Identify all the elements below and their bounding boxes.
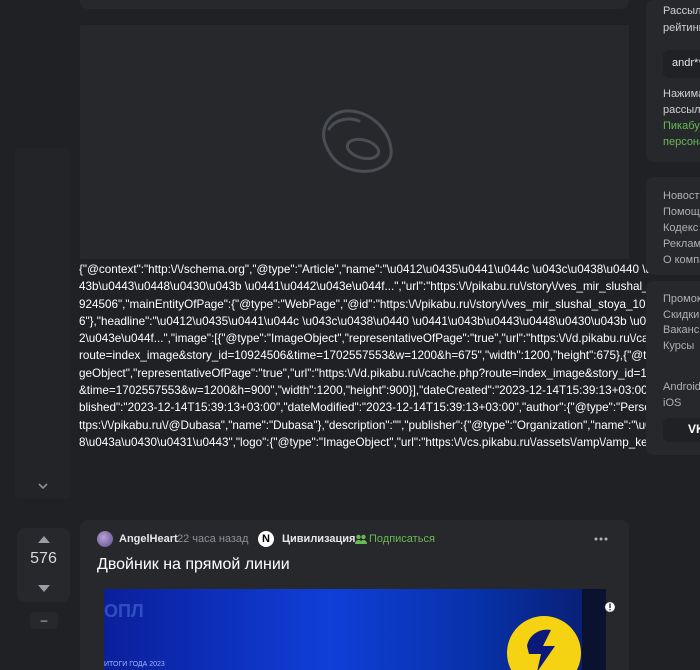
image-placeholder bbox=[80, 25, 629, 259]
consent-text-line: рассыл bbox=[663, 104, 700, 116]
newsletter-text-line: рейтинг bbox=[663, 22, 700, 34]
vote-box: 576 bbox=[17, 528, 70, 602]
brand-logo bbox=[507, 616, 581, 670]
consent-link[interactable]: персона bbox=[663, 136, 700, 148]
post-time: 22 часа назад bbox=[177, 533, 249, 545]
footer-link[interactable]: Ваканси bbox=[663, 324, 700, 336]
subscribe-icon[interactable] bbox=[354, 532, 368, 546]
footer-link[interactable]: Промок bbox=[663, 293, 700, 305]
subscribe-button[interactable]: Подписаться bbox=[369, 533, 435, 545]
post-image[interactable]: ОПЛ ИТОГИ ГОДА 2023 bbox=[104, 589, 606, 670]
post-author[interactable]: AngelHeart bbox=[119, 533, 178, 545]
left-gutter-strip bbox=[15, 148, 70, 498]
json-ld-text: {"@context":"http:\/\/schema.org","@type… bbox=[79, 263, 700, 449]
vote-count: 576 bbox=[30, 550, 57, 567]
email-field[interactable]: andr** bbox=[663, 50, 700, 78]
consent-link[interactable]: Пикабу bbox=[663, 120, 700, 132]
image-background-text: ОПЛ bbox=[104, 601, 144, 621]
app-label[interactable]: iOS bbox=[663, 397, 681, 409]
lightning-icon bbox=[527, 629, 555, 670]
image-edge bbox=[582, 589, 606, 670]
upvote-icon[interactable] bbox=[36, 534, 52, 544]
vk-button[interactable]: VK bbox=[663, 418, 700, 442]
vk-label: VK bbox=[688, 422, 700, 436]
minus-button[interactable]: – bbox=[30, 612, 58, 629]
footer-links-card-2: Промок Скидки Ваканси Курсы Android iOS … bbox=[646, 281, 700, 455]
image-placeholder-icon bbox=[322, 109, 393, 173]
app-label[interactable]: Android bbox=[663, 381, 700, 393]
image-caption: ИТОГИ ГОДА 2023 bbox=[104, 661, 165, 668]
consent-text-line: Нажима bbox=[663, 88, 700, 100]
info-icon[interactable] bbox=[604, 601, 616, 613]
downvote-icon[interactable] bbox=[36, 584, 52, 594]
community-icon[interactable]: N bbox=[258, 531, 274, 547]
post-card: AngelHeart 22 часа назад N Цивилизация П… bbox=[80, 520, 629, 670]
footer-links-card: Новост Помощ Кодекс Реклам О компа bbox=[646, 177, 700, 275]
community-name[interactable]: Цивилизация bbox=[282, 533, 355, 545]
newsletter-text-line: Рассыл bbox=[663, 5, 700, 17]
footer-link[interactable]: Скидки bbox=[663, 309, 699, 321]
footer-link[interactable]: Реклам bbox=[663, 238, 700, 250]
footer-link[interactable]: О компа bbox=[663, 254, 700, 266]
footer-link[interactable]: Новост bbox=[663, 190, 699, 202]
chevron-down-icon[interactable] bbox=[37, 480, 49, 492]
footer-link[interactable]: Курсы bbox=[663, 340, 694, 352]
email-value: andr** bbox=[672, 57, 700, 69]
avatar[interactable] bbox=[97, 531, 113, 547]
newsletter-card: Рассыл рейтинг andr** Нажима рассыл Пика… bbox=[646, 0, 700, 162]
previous-post-card-bottom bbox=[80, 0, 629, 9]
footer-link[interactable]: Помощ bbox=[663, 206, 700, 218]
more-options-icon[interactable] bbox=[594, 533, 608, 545]
post-title[interactable]: Двойник на прямой линии bbox=[97, 556, 290, 574]
footer-link[interactable]: Кодекс bbox=[663, 222, 698, 234]
